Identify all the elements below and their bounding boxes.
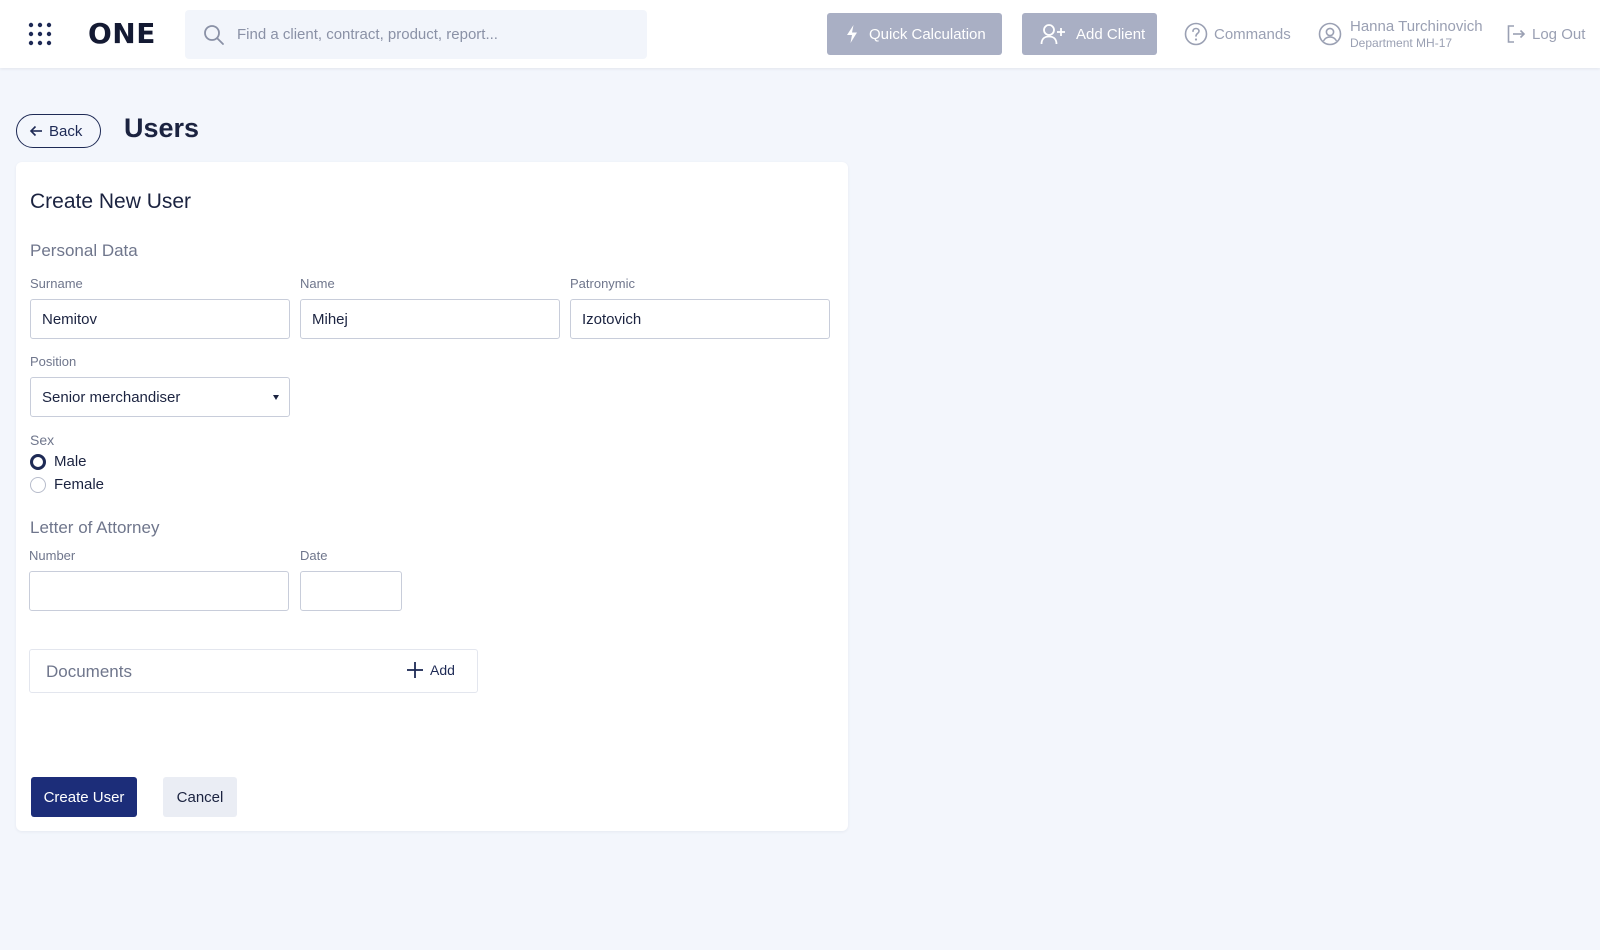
logout-label: Log Out [1532,25,1586,43]
plus-icon [407,662,423,678]
date-label: Date [300,548,328,563]
apps-grid-icon[interactable] [28,22,52,46]
create-user-button[interactable]: Create User [31,777,137,817]
radio-female[interactable] [30,476,46,493]
create-user-card: Create New User Personal Data Surname Na… [16,162,848,831]
number-label: Number [29,548,76,563]
user-name: Hanna Turchinovich [1350,17,1483,35]
commands-link[interactable]: Commands [1184,22,1291,46]
sex-option-female[interactable]: Female [30,476,104,493]
user-avatar-icon [1318,22,1342,46]
sex-option-male[interactable]: Male [30,453,87,470]
global-search [185,10,647,59]
documents-panel: Documents Add [29,649,478,693]
user-info: Hanna Turchinovich Department MH-17 [1350,18,1483,51]
personal-data-heading: Personal Data [30,241,138,260]
user-profile[interactable]: Hanna Turchinovich Department MH-17 [1318,17,1483,51]
add-user-icon [1040,24,1065,45]
back-label: Back [49,122,83,140]
position-label: Position [30,354,77,369]
add-document-label: Add [430,662,455,678]
arrow-left-icon [29,125,42,137]
sex-option-label: Female [54,476,105,493]
lightning-icon [847,25,857,43]
add-client-label: Add Client [1076,25,1146,43]
logout-link[interactable]: Log Out [1506,22,1585,46]
page-title: Users [124,113,200,143]
documents-label: Documents [46,662,132,681]
form-title: Create New User [30,190,192,213]
search-input[interactable] [237,10,637,59]
attorney-date-field[interactable] [300,571,402,611]
surname-label: Surname [30,276,83,291]
quick-calculation-label: Quick Calculation [869,25,986,43]
name-label: Name [300,276,335,291]
cancel-button[interactable]: Cancel [163,777,237,817]
commands-label: Commands [1214,25,1291,43]
radio-male[interactable] [30,453,46,470]
logout-icon [1507,25,1526,43]
search-icon [204,25,224,45]
quick-calculation-button[interactable]: Quick Calculation [827,13,1002,55]
app-logo[interactable]: ONE [88,17,156,50]
add-client-button[interactable]: Add Client [1022,13,1157,55]
patronymic-field[interactable] [570,299,830,339]
sex-label: Sex [30,432,55,448]
patronymic-label: Patronymic [570,276,636,291]
name-field[interactable] [300,299,560,339]
position-select[interactable]: Senior merchandiser [30,377,290,417]
help-circle-icon [1184,22,1208,46]
attorney-number-field[interactable] [29,571,289,611]
user-department: Department MH-17 [1350,35,1453,50]
letter-of-attorney-heading: Letter of Attorney [30,518,160,537]
back-button[interactable]: Back [16,114,101,148]
chevron-down-icon [273,395,279,400]
position-selected-value: Senior merchandiser [42,388,181,406]
top-bar: ONE Quick Calculation Add Client Command… [0,0,1600,68]
surname-field[interactable] [30,299,290,339]
add-document-button[interactable]: Add [406,661,455,679]
sex-option-label: Male [54,453,87,470]
